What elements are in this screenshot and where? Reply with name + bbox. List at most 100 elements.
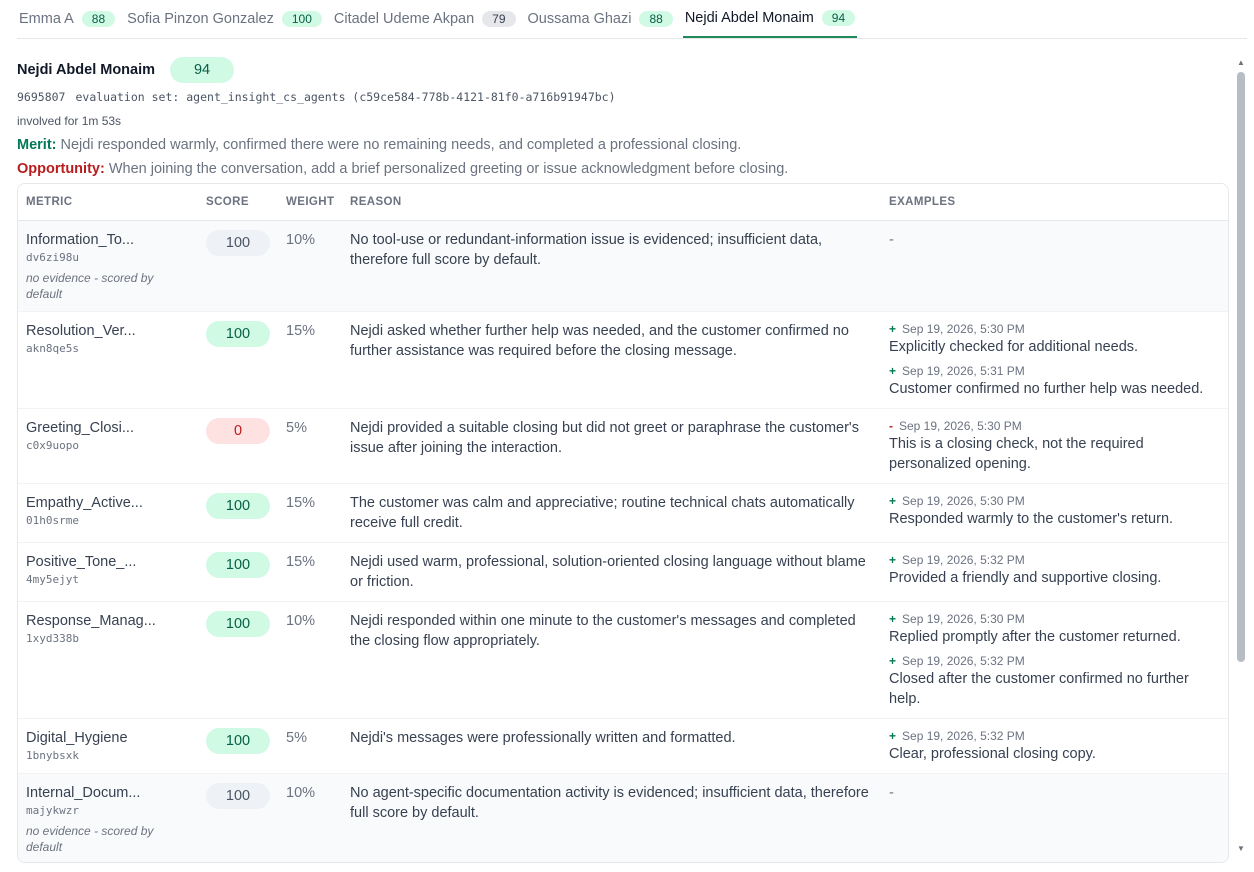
- metric-cell: Empathy_Active... 01h0srme: [18, 484, 198, 543]
- metric-name: Digital_Hygiene: [26, 730, 128, 746]
- weight-value: 15%: [286, 495, 316, 511]
- example-item: + Sep 19, 2026, 5:30 PM Responded warmly t…: [889, 493, 1220, 529]
- reason-cell: Nejdi used warm, professional, solution-…: [342, 543, 881, 602]
- example-time: Sep 19, 2026, 5:32 PM: [902, 553, 1025, 567]
- col-header-examples: EXAMPLES: [881, 184, 1228, 221]
- weight-value: 10%: [286, 785, 316, 801]
- scrollbar[interactable]: ▲ ▼: [1236, 58, 1246, 854]
- no-examples: -: [889, 232, 894, 248]
- examples-cell: + Sep 19, 2026, 5:30 PM Replied promptly a…: [881, 602, 1228, 719]
- table-row: Greeting_Closi... c0x9uopo 0 5% Nejdi provid…: [18, 409, 1228, 484]
- example-time: Sep 19, 2026, 5:32 PM: [902, 729, 1025, 743]
- example-time: Sep 19, 2026, 5:30 PM: [902, 612, 1025, 626]
- example-sign: +: [889, 612, 897, 626]
- example-time: Sep 19, 2026, 5:30 PM: [902, 322, 1025, 336]
- example-text: Clear, professional closing copy.: [889, 746, 1096, 762]
- agent-header: Nejdi Abdel Monaim 94: [17, 56, 1229, 84]
- example-text: Responded warmly to the customer's retur…: [889, 511, 1174, 527]
- score-pill: 100: [206, 611, 270, 637]
- agent-score-badge: 94: [170, 57, 235, 83]
- score-pill: 100: [206, 728, 270, 754]
- example-timestamp[interactable]: + Sep 19, 2026, 5:30 PM: [889, 493, 1220, 509]
- examples-cell: + Sep 19, 2026, 5:32 PM Provided a friendl…: [881, 543, 1228, 602]
- examples-cell: + Sep 19, 2026, 5:32 PM Clear, professiona…: [881, 719, 1228, 774]
- score-pill: 0: [206, 418, 270, 444]
- agent-id: 9695807: [17, 90, 66, 104]
- opportunity-text: When joining the conversation, add a bri…: [108, 161, 789, 177]
- tab-agent[interactable]: Nejdi Abdel Monaim 94: [682, 0, 858, 38]
- score-cell: 100: [198, 312, 278, 409]
- no-evidence-note: no evidence - scored by default: [26, 824, 154, 854]
- metric-cell: Greeting_Closi... c0x9uopo: [18, 409, 198, 484]
- example-timestamp[interactable]: + Sep 19, 2026, 5:31 PM: [889, 363, 1220, 379]
- weight-cell: 5%: [278, 409, 342, 484]
- table-row: Empathy_Active... 01h0srme 100 15% The custo…: [18, 484, 1228, 543]
- examples-cell: -: [881, 773, 1228, 862]
- weight-value: 10%: [286, 613, 316, 629]
- example-sign: +: [889, 494, 897, 508]
- weight-cell: 10%: [278, 220, 342, 312]
- example-timestamp[interactable]: + Sep 19, 2026, 5:30 PM: [889, 321, 1220, 337]
- example-timestamp[interactable]: + Sep 19, 2026, 5:32 PM: [889, 728, 1220, 744]
- example-timestamp[interactable]: + Sep 19, 2026, 5:30 PM: [889, 611, 1220, 627]
- example-timestamp[interactable]: - Sep 19, 2026, 5:30 PM: [889, 418, 1220, 434]
- weight-value: 5%: [286, 420, 307, 436]
- metric-id: dv6zi98u: [26, 251, 79, 264]
- reason-cell: Nejdi's messages were professionally wri…: [342, 719, 881, 774]
- example-timestamp[interactable]: + Sep 19, 2026, 5:32 PM: [889, 552, 1220, 568]
- no-evidence-note: no evidence - scored by default: [26, 271, 154, 301]
- metric-id: 4my5ejyt: [26, 573, 79, 586]
- example-text: Replied promptly after the customer retu…: [889, 629, 1181, 645]
- metric-name: Response_Manag...: [26, 613, 156, 629]
- tab-score-badge: 79: [482, 11, 516, 27]
- score-cell: 100: [198, 220, 278, 312]
- table-header-row: METRIC SCORE WEIGHT REASON EXAMPLES: [18, 184, 1228, 221]
- weight-cell: 10%: [278, 773, 342, 862]
- metric-name: Positive_Tone_...: [26, 554, 137, 570]
- agent-detail: Nejdi Abdel Monaim 94 9695807 evaluation …: [17, 56, 1229, 863]
- scroll-down-icon[interactable]: ▼: [1236, 844, 1246, 854]
- score-pill: 100: [206, 321, 270, 347]
- example-text: Closed after the customer confirmed no f…: [889, 671, 1189, 707]
- tab-score-badge: 88: [639, 11, 673, 27]
- table-row: Digital_Hygiene 1bnybsxk 100 5% Nejdi's mess…: [18, 719, 1228, 774]
- score-cell: 0: [198, 409, 278, 484]
- col-header-score: SCORE: [198, 184, 278, 221]
- agent-meta: 9695807 evaluation set: agent_insight_cs_…: [17, 88, 1229, 106]
- tab-agent[interactable]: Oussama Ghazi 88: [526, 0, 675, 38]
- example-item: + Sep 19, 2026, 5:32 PM Clear, professiona…: [889, 728, 1220, 764]
- metric-name: Information_To...: [26, 232, 134, 248]
- scrollbar-thumb[interactable]: [1237, 72, 1245, 662]
- reason-cell: The customer was calm and appreciative; …: [342, 484, 881, 543]
- example-text: Provided a friendly and supportive closi…: [889, 570, 1162, 586]
- metric-cell: Response_Manag... 1xyd338b: [18, 602, 198, 719]
- metric-name: Greeting_Closi...: [26, 420, 134, 436]
- table-row: Resolution_Ver... akn8qe5s 100 15% Nejdi ask…: [18, 312, 1228, 409]
- reason-text: Nejdi used warm, professional, solution-…: [350, 554, 866, 590]
- example-timestamp[interactable]: + Sep 19, 2026, 5:32 PM: [889, 653, 1220, 669]
- metric-id: 1xyd338b: [26, 632, 79, 645]
- tab-label: Sofia Pinzon Gonzalez: [127, 11, 274, 27]
- example-item: + Sep 19, 2026, 5:32 PM Provided a friendl…: [889, 552, 1220, 588]
- tab-agent[interactable]: Sofia Pinzon Gonzalez 100: [125, 0, 324, 38]
- metric-id: 1bnybsxk: [26, 749, 79, 762]
- scroll-up-icon[interactable]: ▲: [1236, 58, 1246, 68]
- tab-agent[interactable]: Emma A 88: [17, 0, 117, 38]
- example-item: + Sep 19, 2026, 5:31 PM Customer confirmed…: [889, 363, 1220, 399]
- col-header-metric: METRIC: [18, 184, 198, 221]
- col-header-reason: REASON: [342, 184, 881, 221]
- evaluation-set: evaluation set: agent_insight_cs_agents …: [75, 90, 616, 104]
- merit-label: Merit:: [17, 137, 57, 153]
- tab-agent[interactable]: Citadel Udeme Akpan 79: [332, 0, 518, 38]
- reason-cell: No tool-use or redundant-information iss…: [342, 220, 881, 312]
- example-time: Sep 19, 2026, 5:30 PM: [902, 494, 1025, 508]
- example-sign: +: [889, 654, 897, 668]
- metric-id: c0x9uopo: [26, 439, 79, 452]
- tab-score-badge: 100: [281, 11, 322, 27]
- reason-text: Nejdi responded within one minute to the…: [350, 613, 856, 649]
- weight-cell: 5%: [278, 719, 342, 774]
- agent-name: Nejdi Abdel Monaim: [17, 62, 156, 78]
- score-cell: 100: [198, 543, 278, 602]
- score-pill: 100: [206, 493, 270, 519]
- metric-id: majykwzr: [26, 804, 79, 817]
